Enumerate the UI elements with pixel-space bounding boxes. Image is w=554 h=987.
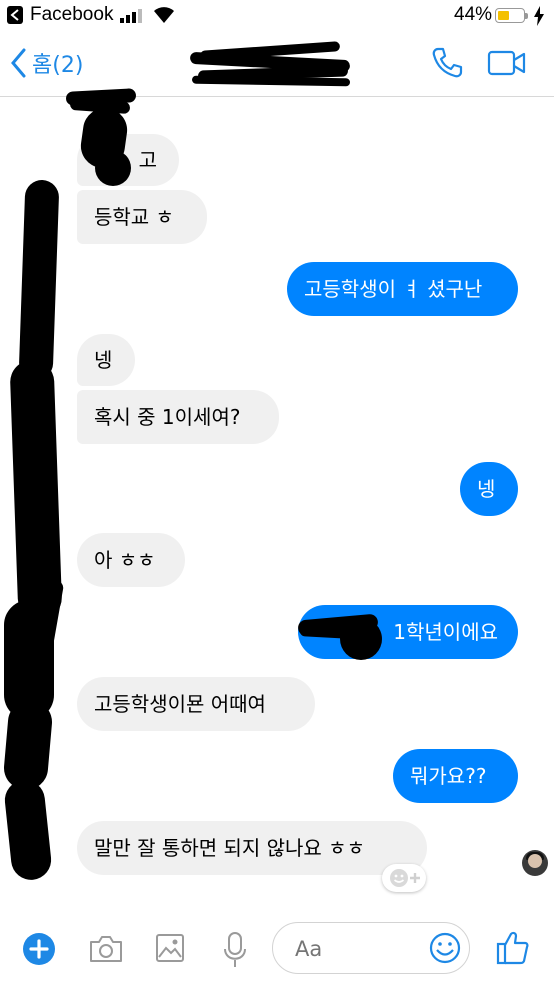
message-text: 1학년이에요 — [393, 620, 498, 644]
read-receipt-avatar — [522, 850, 548, 876]
message-text: 넹 — [477, 477, 496, 501]
emoji-icon[interactable] — [429, 932, 461, 964]
wifi-icon — [154, 7, 174, 23]
incoming-message[interactable]: 등학교 ㅎ — [77, 190, 207, 244]
charging-icon — [534, 6, 544, 26]
battery-percentage: 44% — [454, 4, 493, 25]
plus-icon[interactable] — [22, 932, 56, 966]
message-text: 고등학생이 ㅕ 셨구난 — [304, 277, 483, 301]
contact-name-redacted[interactable] — [189, 41, 355, 87]
outgoing-message[interactable]: 넹 — [460, 462, 518, 516]
image-icon[interactable] — [155, 933, 185, 963]
message-text: 등학교 ㅎ — [94, 205, 174, 229]
message-text: 넹 — [94, 348, 113, 372]
signal-icon — [120, 9, 146, 23]
incoming-message[interactable]: 말만 잘 통하면 되지 않나요 ㅎㅎ — [77, 821, 427, 875]
message-text: 혹시 중 1이세여? — [94, 405, 241, 429]
outgoing-message[interactable]: 뭐가요?? — [393, 749, 518, 803]
back-to-app-label[interactable]: Facebook — [30, 4, 113, 26]
message-text: 말만 잘 통하면 되지 않나요 ㅎㅎ — [94, 836, 365, 860]
message-text: 아 ㅎㅎ — [94, 548, 156, 572]
incoming-message[interactable]: 혹시 중 1이세여? — [77, 390, 279, 444]
back-to-app-icon[interactable] — [7, 6, 23, 24]
battery-cap — [525, 13, 528, 19]
message-input-box[interactable] — [272, 922, 470, 974]
outgoing-message[interactable]: 고등학생이 ㅕ 셨구난 — [287, 262, 518, 316]
back-button[interactable]: 홈(2) — [10, 46, 83, 80]
message-text: 고등학생이묜 어때여 — [94, 692, 266, 716]
battery-icon — [495, 8, 525, 23]
message-text: 고 — [138, 148, 157, 172]
conversation-header: 홈(2) — [0, 32, 554, 97]
incoming-message[interactable]: 고등학생이묜 어때여 — [77, 677, 315, 731]
phone-icon[interactable] — [430, 46, 464, 80]
video-camera-icon[interactable] — [487, 50, 527, 76]
back-button-label: 홈(2) — [32, 53, 84, 78]
microphone-icon[interactable] — [222, 931, 248, 969]
thumbs-up-icon[interactable] — [496, 930, 530, 966]
incoming-message[interactable]: 아 ㅎㅎ — [77, 533, 185, 587]
reaction-smiley-icon — [390, 869, 420, 887]
message-composer — [0, 905, 554, 987]
add-reaction-button[interactable] — [382, 864, 426, 892]
chevron-left-icon — [11, 48, 26, 78]
incoming-message[interactable]: 넹 — [77, 334, 135, 386]
message-text: 뭐가요?? — [410, 764, 487, 788]
camera-icon[interactable] — [88, 934, 124, 964]
message-input[interactable] — [293, 933, 417, 965]
status-bar: Facebook 44% — [0, 0, 554, 32]
